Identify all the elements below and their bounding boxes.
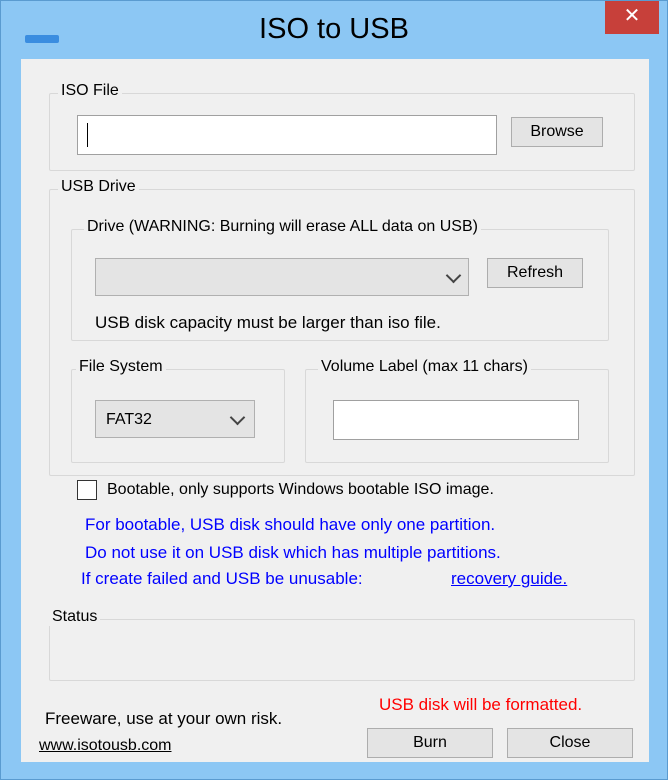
- status-group: Status: [49, 608, 635, 681]
- website-link[interactable]: www.isotousb.com: [39, 737, 172, 755]
- refresh-button[interactable]: Refresh: [487, 258, 583, 288]
- close-icon: ✕: [623, 5, 641, 27]
- dialog-client-area: ISO File Browse USB Drive Drive (WARNING…: [21, 59, 649, 762]
- window-title: ISO to USB: [259, 13, 409, 45]
- drive-select[interactable]: [95, 258, 469, 296]
- chevron-down-icon: [229, 409, 246, 426]
- format-warning: USB disk will be formatted.: [379, 695, 583, 714]
- chevron-down-icon: [445, 267, 462, 284]
- bootable-note-line2: Do not use it on USB disk which has mult…: [85, 543, 501, 562]
- capacity-note: USB disk capacity must be larger than is…: [95, 313, 441, 332]
- iso-file-group-label: ISO File: [58, 82, 122, 100]
- browse-button[interactable]: Browse: [511, 117, 603, 147]
- bootable-note-line3: If create failed and USB be unusable:: [81, 569, 363, 588]
- file-system-group-label: File System: [76, 358, 166, 376]
- bootable-note-line1: For bootable, USB disk should have only …: [85, 515, 496, 534]
- volume-label-group-label: Volume Label (max 11 chars): [318, 358, 531, 376]
- iso-path-input[interactable]: [77, 115, 497, 155]
- bootable-checkbox[interactable]: [77, 480, 97, 500]
- drive-group-label: Drive (WARNING: Burning will erase ALL d…: [84, 218, 481, 236]
- app-window: ISO to USB ✕ ISO File Browse USB Drive D…: [0, 0, 668, 780]
- window-close-button[interactable]: ✕: [605, 1, 659, 34]
- usb-drive-group-label: USB Drive: [58, 178, 139, 196]
- volume-label-input[interactable]: [333, 400, 579, 440]
- freeware-text: Freeware, use at your own risk.: [45, 709, 283, 728]
- file-system-selected-value: FAT32: [106, 411, 152, 428]
- recovery-guide-link[interactable]: recovery guide.: [451, 569, 567, 589]
- file-system-select[interactable]: FAT32: [95, 400, 255, 438]
- burn-button[interactable]: Burn: [367, 728, 493, 758]
- close-button[interactable]: Close: [507, 728, 633, 758]
- title-bar[interactable]: ISO to USB ✕: [1, 1, 667, 59]
- text-caret: [87, 123, 88, 147]
- bootable-label[interactable]: Bootable, only supports Windows bootable…: [107, 481, 494, 499]
- status-group-label: Status: [49, 608, 101, 626]
